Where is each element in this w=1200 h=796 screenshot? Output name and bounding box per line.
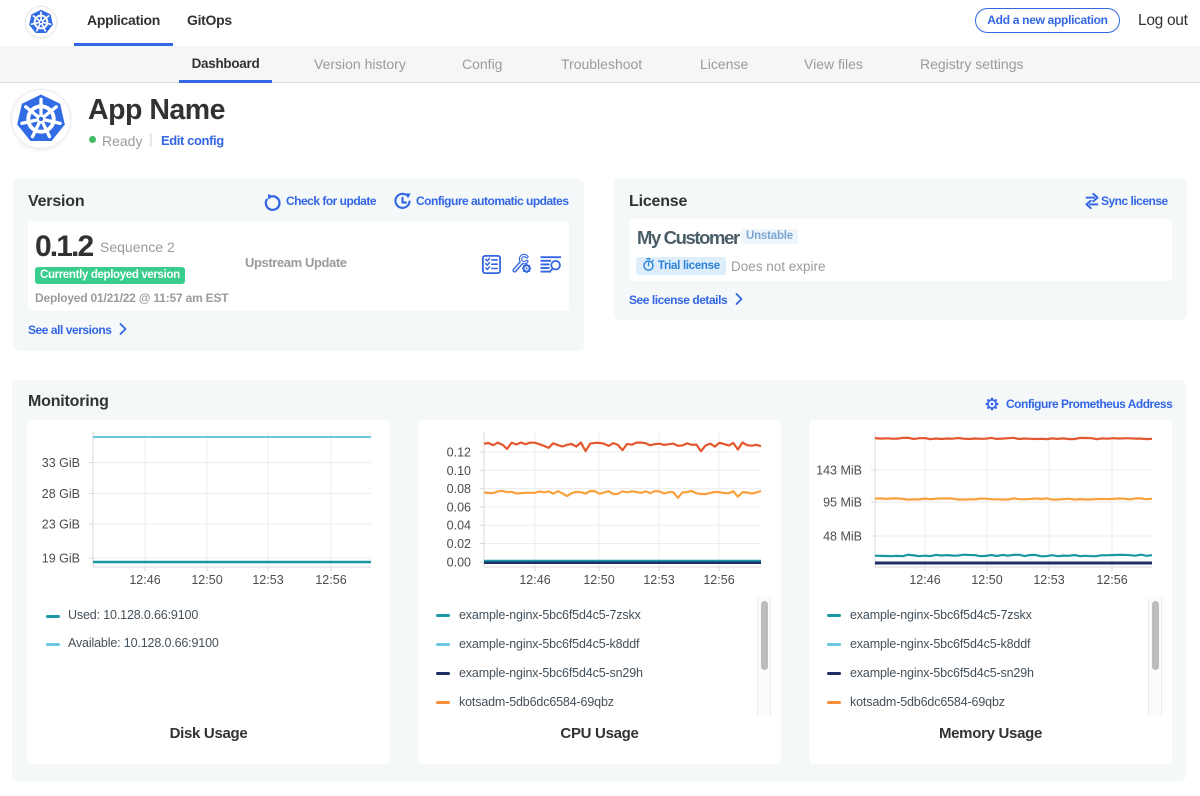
svg-text:12:46: 12:46: [129, 573, 160, 587]
svg-text:0.08: 0.08: [447, 482, 471, 496]
svg-text:12:53: 12:53: [1033, 573, 1064, 587]
svg-text:0.10: 0.10: [447, 464, 471, 478]
svg-text:95 MiB: 95 MiB: [823, 496, 862, 510]
svg-text:12:56: 12:56: [703, 573, 734, 587]
svg-text:12:53: 12:53: [252, 573, 283, 587]
svg-text:0.00: 0.00: [447, 556, 471, 570]
svg-text:0.06: 0.06: [447, 500, 471, 514]
svg-text:12:46: 12:46: [909, 573, 940, 587]
svg-text:0.12: 0.12: [447, 446, 471, 460]
svg-text:28 GiB: 28 GiB: [42, 487, 80, 501]
svg-text:12:56: 12:56: [315, 573, 346, 587]
svg-text:33 GiB: 33 GiB: [42, 456, 80, 470]
svg-text:143 MiB: 143 MiB: [816, 464, 862, 478]
svg-text:12:53: 12:53: [643, 573, 674, 587]
svg-text:12:56: 12:56: [1096, 573, 1127, 587]
svg-text:0.02: 0.02: [447, 537, 471, 551]
svg-text:12:50: 12:50: [191, 573, 222, 587]
svg-text:12:50: 12:50: [971, 573, 1002, 587]
svg-text:48 MiB: 48 MiB: [823, 530, 862, 544]
svg-text:19 GiB: 19 GiB: [42, 552, 80, 566]
svg-text:12:50: 12:50: [583, 573, 614, 587]
svg-text:0.04: 0.04: [447, 519, 471, 533]
svg-text:23 GiB: 23 GiB: [42, 518, 80, 532]
svg-text:12:46: 12:46: [519, 573, 550, 587]
